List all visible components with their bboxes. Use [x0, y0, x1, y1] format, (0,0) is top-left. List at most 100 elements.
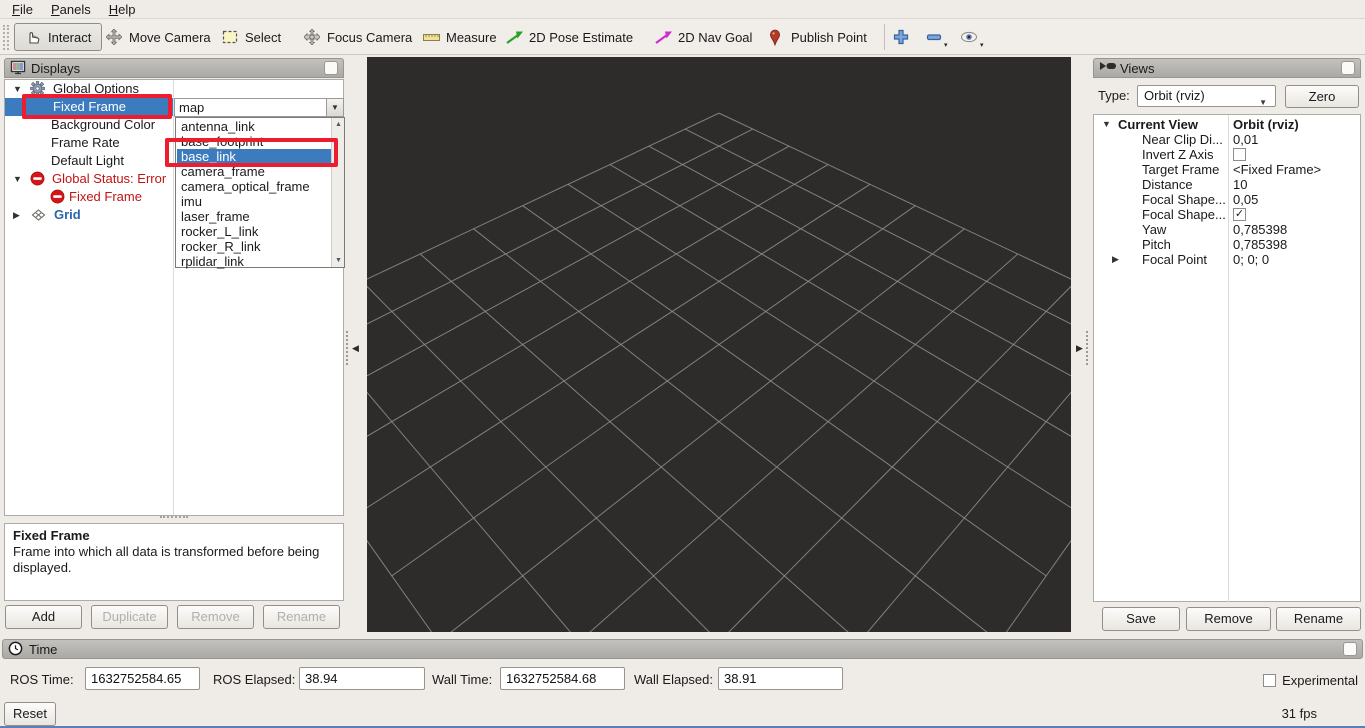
rename-view-button[interactable]: Rename — [1276, 607, 1361, 631]
render-viewport[interactable] — [367, 57, 1071, 632]
focal-point-value[interactable]: 0; 0; 0 — [1233, 252, 1269, 267]
duplicate-button[interactable]: Duplicate — [91, 605, 168, 629]
dropdown-scrollbar[interactable]: ▲ ▼ — [331, 118, 344, 267]
dropdown-item[interactable]: rplidar_link — [177, 254, 331, 269]
menu-help[interactable]: Help — [109, 2, 136, 17]
zoom-out-tool[interactable]: ▾ — [926, 23, 942, 51]
tree-row-invert-z[interactable]: Invert Z Axis — [1094, 147, 1360, 162]
tree-row-fixed-frame[interactable]: Fixed Frame — [5, 98, 173, 116]
expand-down-icon[interactable]: ▼ — [13, 170, 22, 188]
scroll-up-icon[interactable]: ▲ — [332, 118, 345, 131]
fixed-frame-label: Fixed Frame — [53, 98, 126, 116]
interact-label: Interact — [48, 30, 91, 45]
wall-elapsed-field[interactable] — [718, 667, 843, 690]
views-panel-checkbox[interactable] — [1341, 61, 1355, 75]
reset-button[interactable]: Reset — [4, 702, 56, 726]
tree-row-focal-shape-size[interactable]: Focal Shape... 0,05 — [1094, 192, 1360, 207]
tree-row-background-color[interactable]: Background Color — [5, 116, 173, 134]
tree-row-status-fixed-frame[interactable]: Fixed Frame — [5, 188, 173, 206]
interact-tool-button[interactable]: Interact — [14, 23, 102, 51]
dropdown-item[interactable]: rocker_R_link — [177, 239, 331, 254]
ros-elapsed-field[interactable] — [299, 667, 425, 690]
dropdown-item[interactable]: rocker_L_link — [177, 224, 331, 239]
measure-tool[interactable]: Measure — [423, 23, 497, 51]
collapse-left-panel-handle[interactable]: ◀ — [346, 330, 359, 366]
tree-row-global-status[interactable]: ▼ Global Status: Error — [5, 170, 173, 188]
dropdown-item[interactable]: imu — [177, 194, 331, 209]
invert-z-checkbox[interactable] — [1233, 148, 1246, 161]
displays-splitter-handle[interactable] — [160, 516, 188, 521]
tree-row-yaw[interactable]: Yaw 0,785398 — [1094, 222, 1360, 237]
move-camera-tool[interactable]: Move Camera — [106, 23, 211, 51]
collapse-right-icon: ▶ — [1076, 343, 1083, 354]
experimental-checkbox[interactable] — [1263, 674, 1276, 687]
current-view-label: Current View — [1118, 117, 1198, 132]
combo-dropdown-button[interactable]: ▼ — [326, 99, 343, 116]
add-button[interactable]: Add — [5, 605, 82, 629]
nav-goal-tool[interactable]: 2D Nav Goal — [655, 23, 752, 51]
rename-display-button[interactable]: Rename — [263, 605, 340, 629]
wall-time-field[interactable] — [500, 667, 625, 690]
tree-row-near-clip[interactable]: Near Clip Di... 0,01 — [1094, 132, 1360, 147]
toolbar-drag-handle[interactable] — [3, 25, 9, 50]
focus-crosshair-icon — [304, 29, 320, 45]
views-panel-title: Views — [1120, 61, 1154, 76]
yaw-label: Yaw — [1142, 222, 1166, 237]
tree-row-pitch[interactable]: Pitch 0,785398 — [1094, 237, 1360, 252]
expand-right-icon[interactable]: ▶ — [1112, 252, 1119, 267]
experimental-option[interactable]: Experimental — [1263, 673, 1358, 688]
dropdown-item[interactable]: base_footprint — [177, 134, 331, 149]
grid-label: Grid — [54, 206, 81, 224]
near-clip-value[interactable]: 0,01 — [1233, 132, 1258, 147]
focal-shape-size-value[interactable]: 0,05 — [1233, 192, 1258, 207]
menu-panels[interactable]: Panels — [51, 2, 91, 17]
invert-z-label: Invert Z Axis — [1142, 147, 1214, 162]
tree-row-frame-rate[interactable]: Frame Rate — [5, 134, 173, 152]
dropdown-item[interactable]: camera_frame — [177, 164, 331, 179]
expand-down-icon[interactable]: ▼ — [1102, 117, 1111, 132]
pitch-value[interactable]: 0,785398 — [1233, 237, 1287, 252]
scroll-down-icon[interactable]: ▼ — [332, 254, 345, 267]
expand-down-icon[interactable]: ▼ — [13, 80, 22, 98]
time-panel-checkbox[interactable] — [1343, 642, 1357, 656]
remove-display-button[interactable]: Remove — [177, 605, 254, 629]
tree-row-target-frame[interactable]: Target Frame <Fixed Frame> — [1094, 162, 1360, 177]
menu-file[interactable]: File — [12, 2, 33, 17]
gear-icon — [30, 81, 46, 97]
tree-row-focal-point[interactable]: ▶ Focal Point 0; 0; 0 — [1094, 252, 1360, 267]
focal-shape-checkbox-checked[interactable]: ✓ — [1233, 208, 1246, 221]
select-tool[interactable]: Select — [222, 23, 281, 51]
target-frame-value[interactable]: <Fixed Frame> — [1233, 162, 1321, 177]
save-view-button[interactable]: Save — [1102, 607, 1180, 631]
displays-panel-checkbox[interactable] — [324, 61, 338, 75]
dropdown-item[interactable]: antenna_link — [177, 119, 331, 134]
tree-row-distance[interactable]: Distance 10 — [1094, 177, 1360, 192]
tree-row-grid[interactable]: ▶ Grid — [5, 206, 173, 224]
tree-row-current-view[interactable]: ▼ Current View Orbit (rviz) — [1094, 117, 1360, 132]
dropdown-item[interactable]: camera_optical_frame — [177, 179, 331, 194]
yaw-value[interactable]: 0,785398 — [1233, 222, 1287, 237]
distance-value[interactable]: 10 — [1233, 177, 1247, 192]
expand-right-icon[interactable]: ▶ — [13, 206, 20, 224]
fixed-frame-combo[interactable]: map ▼ — [174, 98, 344, 117]
visibility-tool[interactable]: ▾ — [960, 23, 976, 51]
zoom-in-tool[interactable] — [893, 23, 909, 51]
focus-camera-tool[interactable]: Focus Camera — [304, 23, 412, 51]
dropdown-item[interactable]: laser_frame — [177, 209, 331, 224]
time-panel-titlebar: Time — [2, 639, 1363, 659]
view-type-combo[interactable]: Orbit (rviz) ▼ — [1137, 85, 1276, 107]
tree-row-global-options[interactable]: ▼ Global Options — [5, 80, 173, 98]
dropdown-item-selected[interactable]: base_link — [177, 149, 331, 164]
magenta-arrow-icon — [655, 29, 671, 45]
zero-button[interactable]: Zero — [1285, 85, 1359, 108]
tree-row-default-light[interactable]: Default Light — [5, 152, 173, 170]
publish-point-tool[interactable]: Publish Point — [768, 23, 867, 51]
experimental-label: Experimental — [1282, 673, 1358, 688]
remove-view-button[interactable]: Remove — [1186, 607, 1271, 631]
fps-counter: 31 fps — [1282, 706, 1317, 721]
collapse-right-panel-handle[interactable]: ▶ — [1076, 330, 1089, 366]
pose-estimate-tool[interactable]: 2D Pose Estimate — [506, 23, 633, 51]
ros-time-field[interactable] — [85, 667, 200, 690]
tree-row-focal-shape-fixed[interactable]: Focal Shape... ✓ — [1094, 207, 1360, 222]
background-color-label: Background Color — [51, 116, 155, 134]
